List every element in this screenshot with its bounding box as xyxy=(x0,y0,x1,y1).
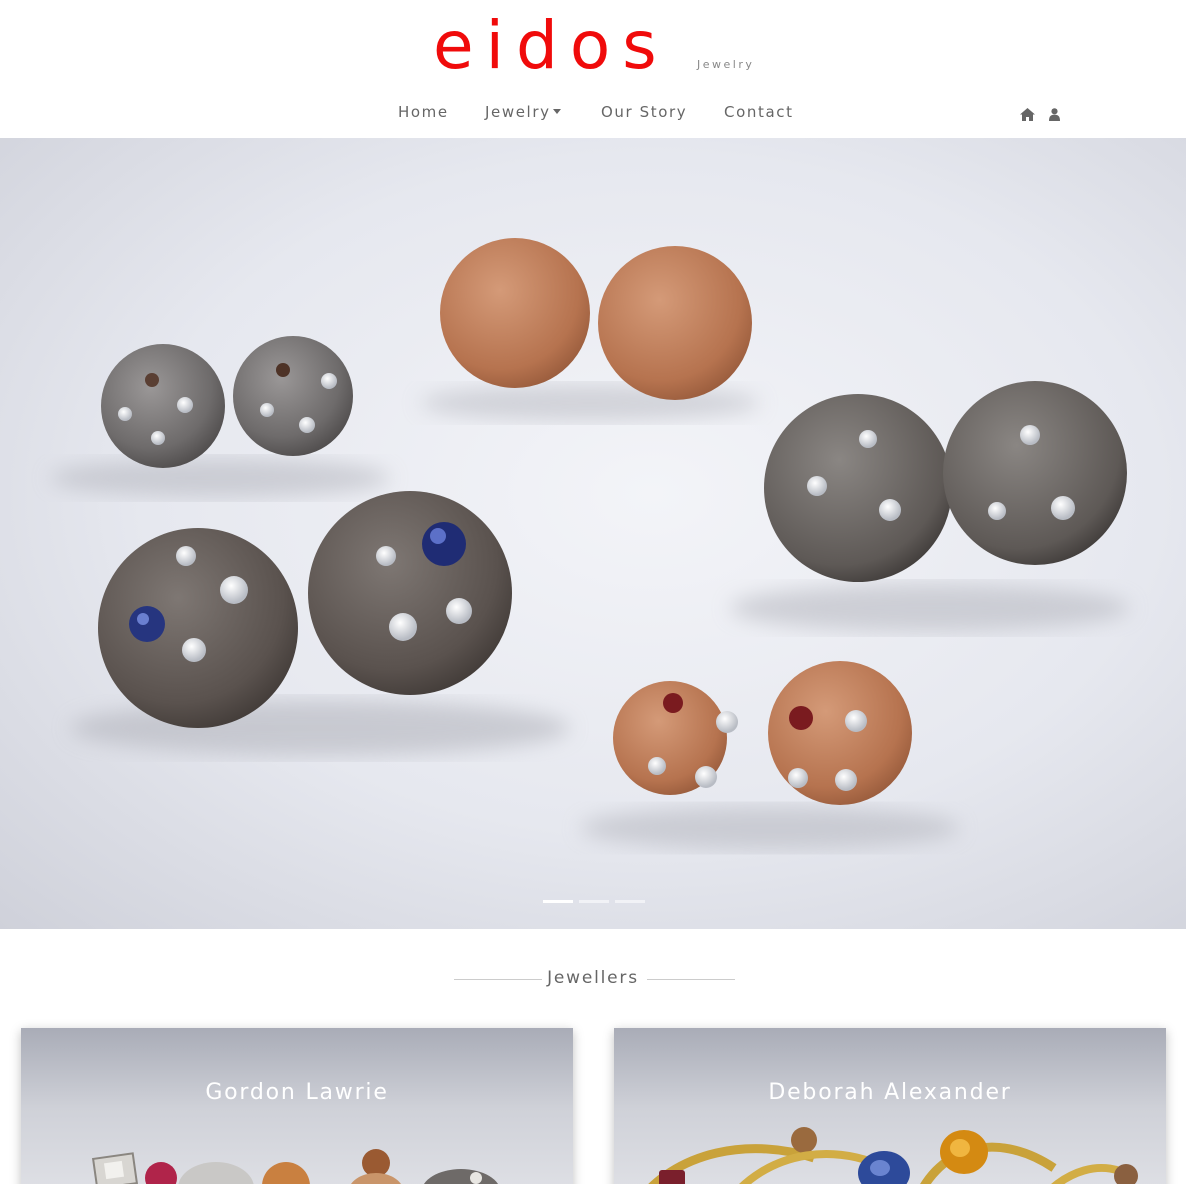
nav-contact-label: Contact xyxy=(724,103,794,121)
nav-our-story-label: Our Story xyxy=(601,103,688,121)
gordon-lawrie-rings-photo xyxy=(91,1149,499,1184)
nav-jewelry-label: Jewelry xyxy=(485,103,551,121)
jeweller-name: Gordon Lawrie xyxy=(205,1080,389,1105)
main-nav: Home Jewelry Our Story Contact xyxy=(0,103,1186,127)
home-icon[interactable] xyxy=(1020,106,1035,125)
nav-our-story[interactable]: Our Story xyxy=(601,103,687,121)
nav-contact[interactable]: Contact xyxy=(724,103,794,121)
section-title: Jewellers xyxy=(547,968,639,988)
hero-carousel[interactable] xyxy=(0,138,1186,929)
carousel-indicator-1[interactable] xyxy=(543,900,573,903)
brand-logo[interactable]: eidos xyxy=(433,6,669,86)
nav-home-label: Home xyxy=(398,103,449,121)
caret-down-icon xyxy=(552,109,561,114)
earrings-photo xyxy=(50,238,1130,850)
nav-jewelry-dropdown[interactable]: Jewelry xyxy=(485,103,561,121)
nav-home[interactable]: Home xyxy=(398,103,449,121)
deborah-alexander-rings-photo xyxy=(648,1127,1138,1184)
jeweller-card-gordon-lawrie[interactable]: Gordon Lawrie xyxy=(21,1028,573,1184)
jeweller-name: Deborah Alexander xyxy=(768,1080,1012,1105)
brand-name: eidos xyxy=(433,7,669,84)
carousel-indicator-2[interactable] xyxy=(579,900,609,903)
carousel-indicator-3[interactable] xyxy=(615,900,645,903)
heading-rule-right xyxy=(647,979,735,980)
brand-tagline: Jewelry xyxy=(697,58,755,71)
user-icon[interactable] xyxy=(1049,106,1060,125)
jeweller-card-deborah-alexander[interactable]: Deborah Alexander xyxy=(614,1028,1166,1184)
